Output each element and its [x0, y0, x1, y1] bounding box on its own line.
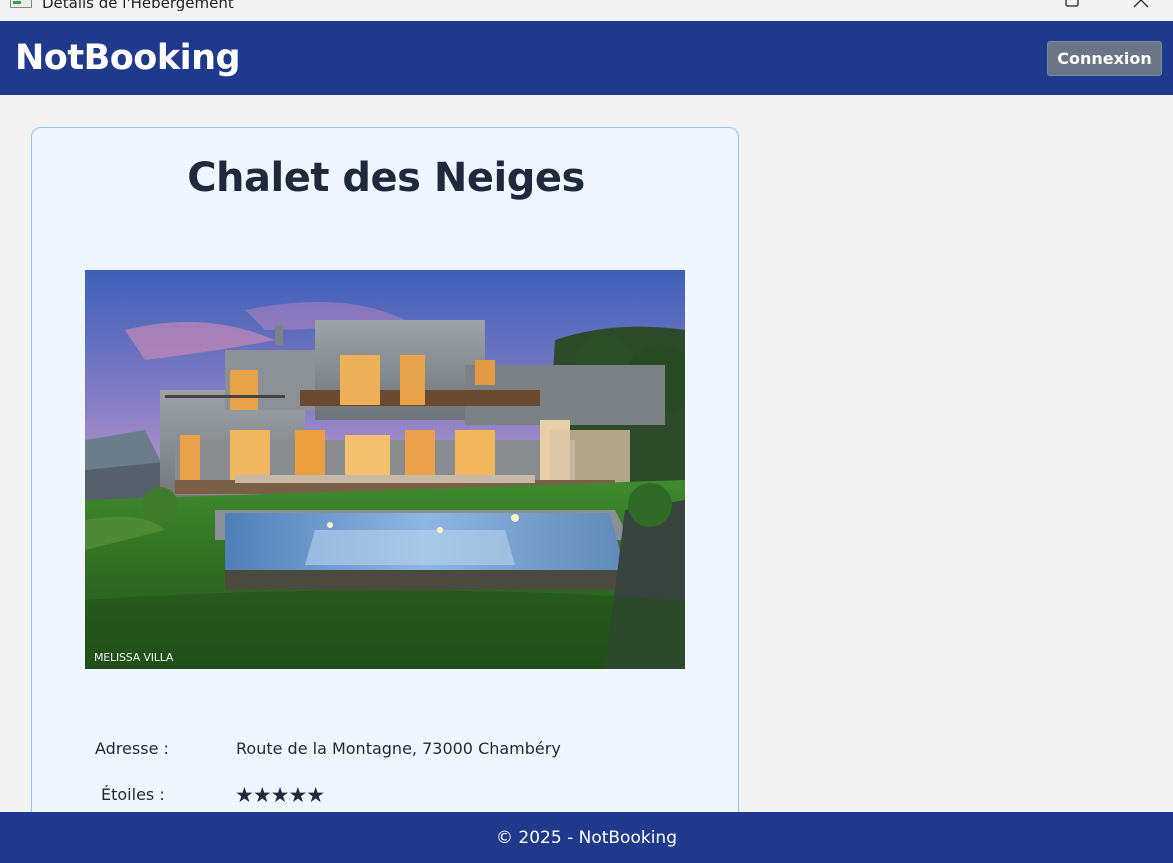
star-rating: ★★★★★	[235, 783, 325, 807]
address-value: Route de la Montagne, 73000 Chambéry	[236, 739, 561, 758]
login-button[interactable]: Connexion	[1047, 41, 1162, 76]
page-footer: © 2025 - NotBooking	[0, 812, 1173, 863]
brand-logo[interactable]: NotBooking	[15, 37, 241, 79]
close-icon[interactable]	[1132, 0, 1150, 10]
footer-copyright: © 2025 - NotBooking	[496, 828, 677, 848]
listing-photo: MELISSA VILLA	[85, 270, 685, 669]
listing-card: Chalet des Neiges MELISSA VILLA Adresse …	[31, 127, 739, 827]
window-title: Détails de l'Hébergement	[42, 0, 234, 12]
top-navbar: NotBooking Connexion	[0, 21, 1173, 95]
address-label: Adresse :	[95, 739, 169, 758]
photo-watermark: MELISSA VILLA	[94, 651, 174, 664]
listing-title: Chalet des Neiges	[187, 155, 585, 201]
maximize-icon[interactable]	[1063, 0, 1081, 10]
window-title-bar: Détails de l'Hébergement	[0, 0, 1173, 21]
stars-label: Étoiles :	[101, 785, 165, 804]
app-icon	[10, 0, 32, 8]
